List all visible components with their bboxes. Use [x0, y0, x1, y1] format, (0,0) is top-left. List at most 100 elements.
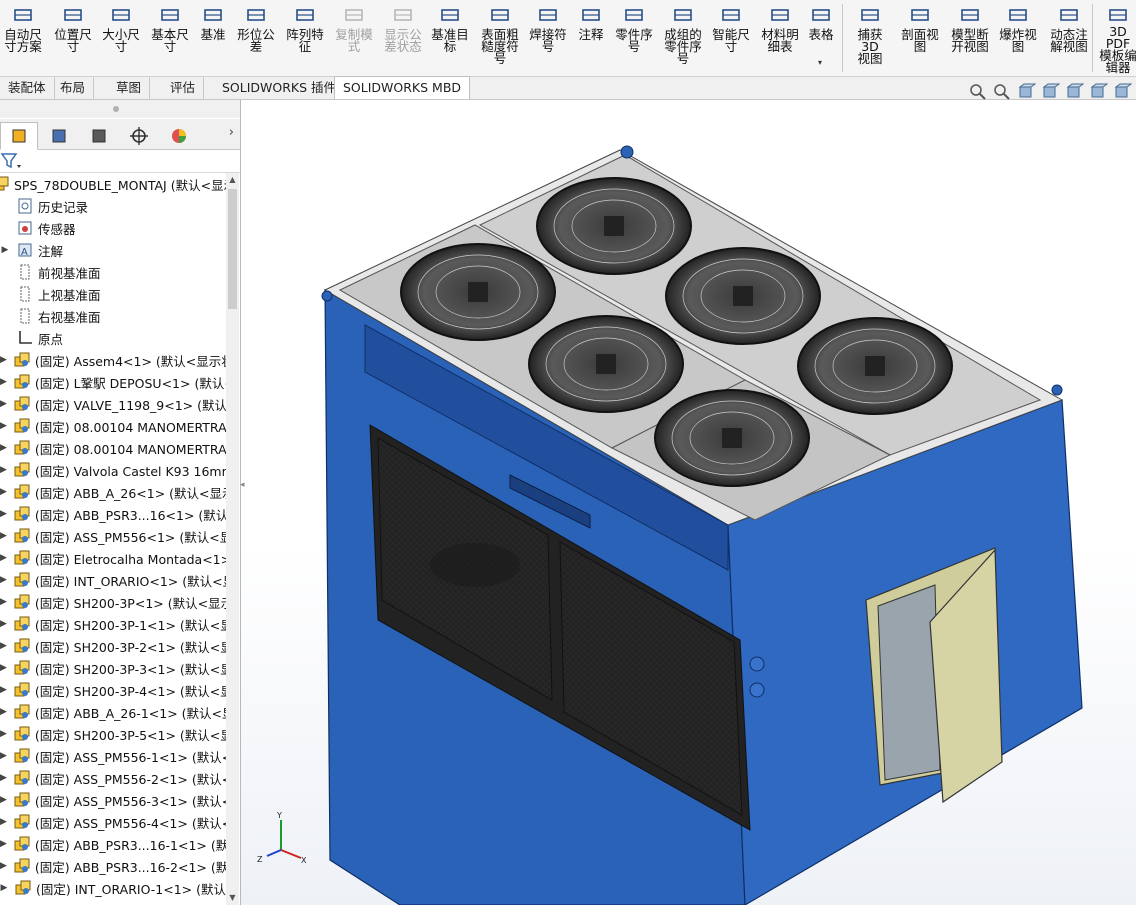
- tree-item-component[interactable]: ▶ (固定) SH200-3P-2<1> (默认<显: [0, 635, 226, 657]
- filter-icon[interactable]: [0, 151, 22, 171]
- expand-arrow-icon[interactable]: ▶: [0, 641, 7, 651]
- tree-item-plane[interactable]: 右视基准面: [0, 305, 226, 327]
- expand-arrow-icon[interactable]: ▶: [0, 663, 7, 673]
- tree-item-component[interactable]: ▶ (固定) INT_ORARIO-1<1> (默认: [0, 877, 226, 899]
- panel-splitter[interactable]: ◂: [240, 480, 248, 500]
- bom-button[interactable]: 材料明 细表: [758, 4, 802, 74]
- expand-arrow-icon[interactable]: ▶: [0, 575, 7, 585]
- display-style-icon[interactable]: [1088, 82, 1108, 102]
- tree-item-component[interactable]: ▶ (固定) Valvola Castel K93 16mm: [0, 459, 226, 481]
- graphics-area[interactable]: Y X Z: [241, 100, 1136, 905]
- pdf-template-button[interactable]: 3D PDF 模板编 辑器: [1096, 4, 1136, 74]
- expand-arrow-icon[interactable]: ▶: [0, 465, 7, 475]
- balloon-button[interactable]: 零件序 号: [612, 4, 656, 74]
- scroll-down-icon[interactable]: ▼: [226, 891, 239, 905]
- note-button[interactable]: 注释: [574, 4, 608, 74]
- smart-dimension-button[interactable]: 智能尺 寸: [708, 4, 754, 74]
- expand-arrow-icon[interactable]: ▶: [0, 531, 7, 541]
- tree-item-component[interactable]: ▶ (固定) Eletrocalha Montada<1>: [0, 547, 226, 569]
- expand-arrow-icon[interactable]: ▶: [0, 773, 7, 783]
- hide-show-icon[interactable]: [1112, 82, 1132, 102]
- location-dimension-button[interactable]: 位置尺 寸: [50, 4, 96, 74]
- cooling-unit-model[interactable]: [321, 145, 1083, 905]
- tree-item-annotation[interactable]: ▶ A 注解: [0, 239, 226, 261]
- tab-1[interactable]: 布局: [52, 77, 95, 99]
- expand-arrow-icon[interactable]: ▶: [0, 399, 7, 409]
- pattern-feature-button[interactable]: 阵列特 征: [282, 4, 328, 74]
- expand-arrow-icon[interactable]: ▶: [0, 487, 7, 497]
- tree-item-component[interactable]: ▶ (固定) SH200-3P<1> (默认<显示: [0, 591, 226, 613]
- scroll-thumb[interactable]: [228, 189, 237, 309]
- tree-item-component[interactable]: ▶ (固定) ABB_A_26<1> (默认<显示: [0, 481, 226, 503]
- panel-grip[interactable]: [0, 100, 240, 118]
- panel-tab-3[interactable]: [120, 122, 158, 150]
- tree-item-component[interactable]: ▶ (固定) VALVE_1198_9<1> (默认<: [0, 393, 226, 415]
- tree-item-root[interactable]: SPS_78DOUBLE_MONTAJ (默认<显示: [0, 173, 226, 195]
- expand-arrow-icon[interactable]: ▶: [0, 553, 7, 563]
- fan-1[interactable]: [400, 243, 556, 341]
- tree-item-component[interactable]: ▶ (固定) INT_ORARIO<1> (默认<显: [0, 569, 226, 591]
- panel-tab-0[interactable]: [0, 122, 38, 150]
- expand-arrow-icon[interactable]: ▶: [0, 377, 7, 387]
- tree-item-component[interactable]: ▶ (固定) 08.00104 MANOMERTRA: [0, 437, 226, 459]
- section-view-icon[interactable]: [1040, 82, 1060, 102]
- tree-filter-bar[interactable]: [0, 150, 240, 173]
- datum-target-button[interactable]: 基准目 标: [428, 4, 472, 74]
- dynamic-annotation-button[interactable]: 动态注 解视图: [1046, 4, 1092, 74]
- fan-3[interactable]: [528, 315, 684, 413]
- size-dimension-button[interactable]: 大小尺 寸: [98, 4, 144, 74]
- basic-dimension-button[interactable]: 基本尺 寸: [146, 4, 194, 74]
- tree-item-component[interactable]: ▶ (固定) ASS_PM556-1<1> (默认<: [0, 745, 226, 767]
- tree-item-component[interactable]: ▶ (固定) L鞏駅 DEPOSU<1> (默认<: [0, 371, 226, 393]
- table-dropdown-icon[interactable]: ▾: [818, 58, 822, 67]
- zoom-to-fit-icon[interactable]: [968, 82, 988, 102]
- expand-arrow-icon[interactable]: ▶: [0, 245, 10, 255]
- tree-item-component[interactable]: ▶ (固定) ASS_PM556-3<1> (默认<: [0, 789, 226, 811]
- tree-item-component[interactable]: ▶ (固定) Assem4<1> (默认<显示状: [0, 349, 226, 371]
- expand-arrow-icon[interactable]: ▶: [0, 421, 7, 431]
- expand-arrow-icon[interactable]: ▶: [0, 509, 7, 519]
- tree-item-component[interactable]: ▶ (固定) SH200-3P-3<1> (默认<显: [0, 657, 226, 679]
- copy-scheme-button[interactable]: 复制模 式: [332, 4, 376, 74]
- scroll-up-icon[interactable]: ▲: [226, 173, 239, 187]
- tree-item-origin[interactable]: 原点: [0, 327, 226, 349]
- tree-item-component[interactable]: ▶ (固定) 08.00104 MANOMERTRA: [0, 415, 226, 437]
- tree-item-history[interactable]: 历史记录: [0, 195, 226, 217]
- tree-item-component[interactable]: ▶ (固定) ASS_PM556-4<1> (默认<: [0, 811, 226, 833]
- tab-5[interactable]: SOLIDWORKS MBD: [334, 76, 471, 99]
- auto-dimension-button[interactable]: 自动尺 寸方案: [0, 4, 46, 74]
- exploded-view-button[interactable]: 爆炸视 图: [996, 4, 1040, 74]
- tree-item-component[interactable]: ▶ (固定) SH200-3P-4<1> (默认<显: [0, 679, 226, 701]
- expand-arrow-icon[interactable]: ▶: [0, 597, 7, 607]
- stacked-balloon-button[interactable]: 成组的 零件序 号: [660, 4, 706, 74]
- fan-6[interactable]: [797, 317, 953, 415]
- tree-item-component[interactable]: ▶ (固定) ABB_PSR3...16-2<1> (默认: [0, 855, 226, 877]
- tree-item-component[interactable]: ▶ (固定) ABB_A_26-1<1> (默认<显: [0, 701, 226, 723]
- expand-arrow-icon[interactable]: ▶: [0, 619, 7, 629]
- datum-button[interactable]: 基准: [196, 4, 230, 74]
- tree-item-component[interactable]: ▶ (固定) ABB_PSR3...16<1> (默认<: [0, 503, 226, 525]
- tree-item-component[interactable]: ▶ (固定) ASS_PM556<1> (默认<显: [0, 525, 226, 547]
- expand-arrow-icon[interactable]: ▶: [0, 707, 7, 717]
- tree-item-component[interactable]: ▶ (固定) ABB_PSR3...16-1<1> (默认: [0, 833, 226, 855]
- expand-arrow-icon[interactable]: ▶: [0, 861, 7, 871]
- tab-2[interactable]: 草图: [108, 77, 151, 99]
- tab-0[interactable]: 装配体: [0, 77, 55, 99]
- view-orientation-icon[interactable]: [1064, 82, 1084, 102]
- expand-arrow-icon[interactable]: ▶: [0, 817, 7, 827]
- expand-arrow-icon[interactable]: ▶: [0, 355, 7, 365]
- tree-item-plane[interactable]: 前视基准面: [0, 261, 226, 283]
- expand-arrow-icon[interactable]: ▶: [0, 883, 8, 893]
- model-view[interactable]: [241, 100, 1136, 905]
- capture-3d-view-button[interactable]: 捕获 3D 视图: [848, 4, 892, 74]
- zoom-area-icon[interactable]: [992, 82, 1012, 102]
- tab-4[interactable]: SOLIDWORKS 插件: [214, 77, 346, 99]
- surface-finish-button[interactable]: 表面粗 糙度符 号: [476, 4, 524, 74]
- fan-2[interactable]: [536, 177, 692, 275]
- expand-arrow-icon[interactable]: ▶: [0, 795, 7, 805]
- tree-item-sensor[interactable]: 传感器: [0, 217, 226, 239]
- panel-tab-4[interactable]: [160, 122, 198, 150]
- tolerance-status-button[interactable]: 显示公 差状态: [380, 4, 426, 74]
- panel-tabs-more-icon[interactable]: ›: [229, 125, 234, 140]
- panel-tab-1[interactable]: [40, 122, 78, 150]
